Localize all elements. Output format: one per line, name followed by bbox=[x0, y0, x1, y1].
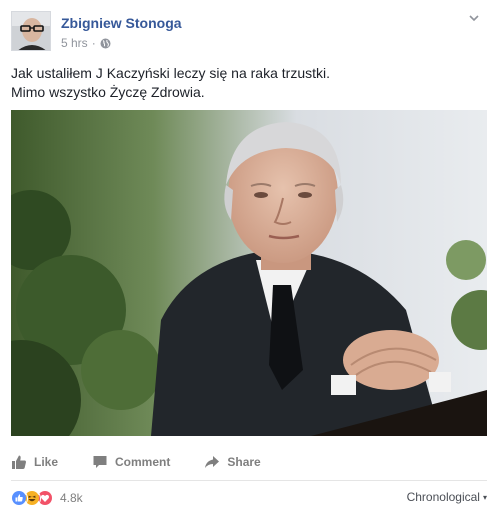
comment-button[interactable]: Comment bbox=[92, 454, 170, 470]
post-meta: 5 hrs · bbox=[61, 36, 111, 50]
post-header: Zbigniew Stonoga 5 hrs · bbox=[11, 11, 481, 53]
globe-icon[interactable] bbox=[100, 38, 111, 49]
author-name[interactable]: Zbigniew Stonoga bbox=[61, 15, 182, 31]
comment-sort-label: Chronological bbox=[406, 490, 480, 504]
share-button[interactable]: Share bbox=[204, 454, 261, 470]
post-photo[interactable] bbox=[11, 110, 487, 436]
like-icon bbox=[11, 489, 28, 507]
reaction-count[interactable]: 4.8k bbox=[60, 491, 83, 505]
like-label: Like bbox=[34, 455, 59, 469]
share-label: Share bbox=[227, 455, 261, 469]
author-avatar[interactable] bbox=[11, 11, 51, 51]
post-text-line: Jak ustaliłem J Kaczyński leczy się na r… bbox=[11, 65, 330, 81]
post-timestamp[interactable]: 5 hrs bbox=[61, 36, 88, 50]
meta-separator: · bbox=[91, 36, 96, 50]
like-button[interactable]: Like bbox=[11, 454, 58, 470]
post-text: Jak ustaliłem J Kaczyński leczy się na r… bbox=[11, 64, 330, 102]
reactions-divider bbox=[11, 480, 487, 481]
facebook-post: Zbigniew Stonoga 5 hrs · Jak ustaliłem J… bbox=[0, 0, 497, 519]
post-text-line: Mimo wszystko Życzę Zdrowia. bbox=[11, 84, 205, 100]
share-icon bbox=[205, 456, 220, 468]
caret-down-icon: ▾ bbox=[482, 492, 487, 502]
comment-label: Comment bbox=[115, 455, 171, 469]
comment-sort-dropdown[interactable]: Chronological ▾ bbox=[407, 490, 487, 504]
reactions-summary[interactable]: 4.8k bbox=[11, 487, 83, 509]
thumbs-up-icon bbox=[12, 455, 26, 469]
post-actions: Like Comment Share bbox=[11, 448, 487, 476]
chevron-down-icon[interactable] bbox=[467, 11, 481, 25]
comment-icon bbox=[93, 456, 107, 468]
